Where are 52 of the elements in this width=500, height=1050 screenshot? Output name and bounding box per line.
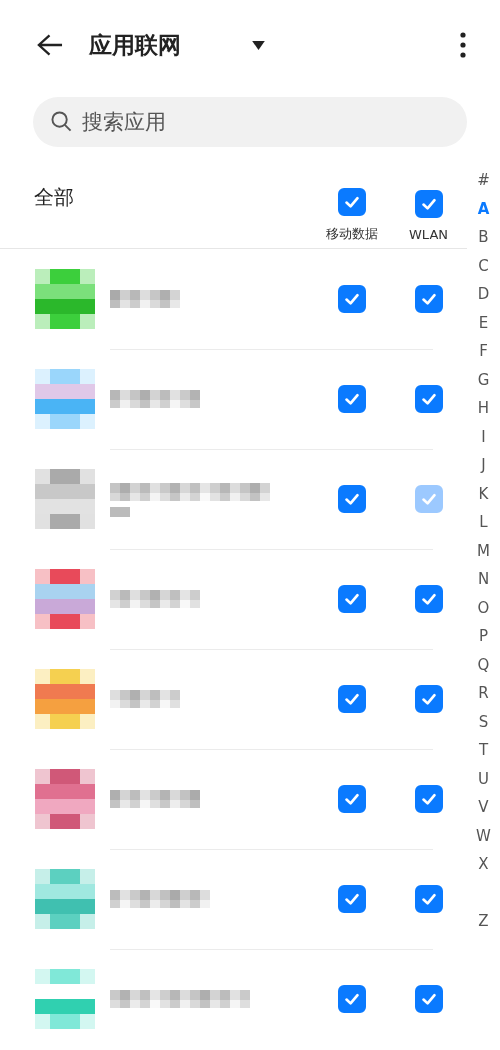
- index-letter[interactable]: U: [478, 764, 489, 793]
- index-letter[interactable]: D: [477, 280, 490, 309]
- index-letter[interactable]: T: [478, 736, 489, 765]
- index-letter[interactable]: J: [481, 451, 486, 480]
- index-letter[interactable]: L: [479, 508, 488, 537]
- index-letter[interactable]: X: [478, 850, 489, 879]
- index-letter[interactable]: C: [478, 251, 489, 280]
- checkbox[interactable]: [414, 985, 443, 1013]
- index-letter[interactable]: G: [477, 365, 490, 394]
- checkbox[interactable]: [337, 485, 366, 513]
- checkbox[interactable]: [337, 785, 366, 813]
- checkbox[interactable]: [414, 785, 443, 813]
- index-letter[interactable]: R: [478, 679, 489, 708]
- index-letter[interactable]: #: [477, 166, 490, 195]
- index-letter[interactable]: E: [478, 308, 489, 337]
- index-letter[interactable]: I: [481, 422, 486, 451]
- search-field[interactable]: 搜索应用: [33, 97, 467, 147]
- select-all-checkbox[interactable]: [337, 188, 366, 216]
- select-all-checkbox[interactable]: [414, 189, 443, 218]
- index-letter[interactable]: B: [478, 223, 489, 252]
- checkbox[interactable]: [337, 885, 366, 913]
- checkbox[interactable]: [414, 685, 443, 713]
- more-options-icon[interactable]: [460, 32, 466, 58]
- index-letter[interactable]: S: [478, 707, 489, 736]
- page-title: 应用联网: [89, 30, 182, 60]
- index-letter[interactable]: V: [478, 793, 489, 822]
- index-letter[interactable]: P: [478, 622, 488, 651]
- checkbox[interactable]: [337, 285, 366, 313]
- index-letter[interactable]: A: [477, 194, 490, 223]
- search-icon: [51, 111, 72, 132]
- checkbox[interactable]: [414, 885, 443, 913]
- all-apps-label: 全部: [34, 184, 75, 211]
- checkbox[interactable]: [337, 385, 366, 413]
- back-icon[interactable]: [36, 33, 63, 57]
- checkbox[interactable]: [337, 985, 366, 1013]
- index-letter[interactable]: M: [477, 536, 490, 565]
- checkbox[interactable]: [414, 285, 443, 313]
- checkbox[interactable]: [337, 685, 366, 713]
- index-letter[interactable]: W: [476, 821, 491, 850]
- index-letter[interactable]: Q: [477, 650, 490, 679]
- dropdown-caret-icon[interactable]: [252, 40, 265, 50]
- index-letter[interactable]: Z: [478, 907, 489, 936]
- index-letter[interactable]: K: [478, 479, 489, 508]
- index-letter[interactable]: N: [477, 565, 490, 594]
- index-letter[interactable]: H: [477, 394, 490, 423]
- index-letter[interactable]: O: [477, 593, 490, 622]
- column-label: 移动数据: [325, 225, 378, 243]
- column-label: WLAN: [409, 226, 448, 242]
- checkbox[interactable]: [414, 385, 443, 413]
- checkbox[interactable]: [337, 585, 366, 613]
- index-letter[interactable]: F: [479, 337, 488, 366]
- checkbox[interactable]: [414, 585, 443, 613]
